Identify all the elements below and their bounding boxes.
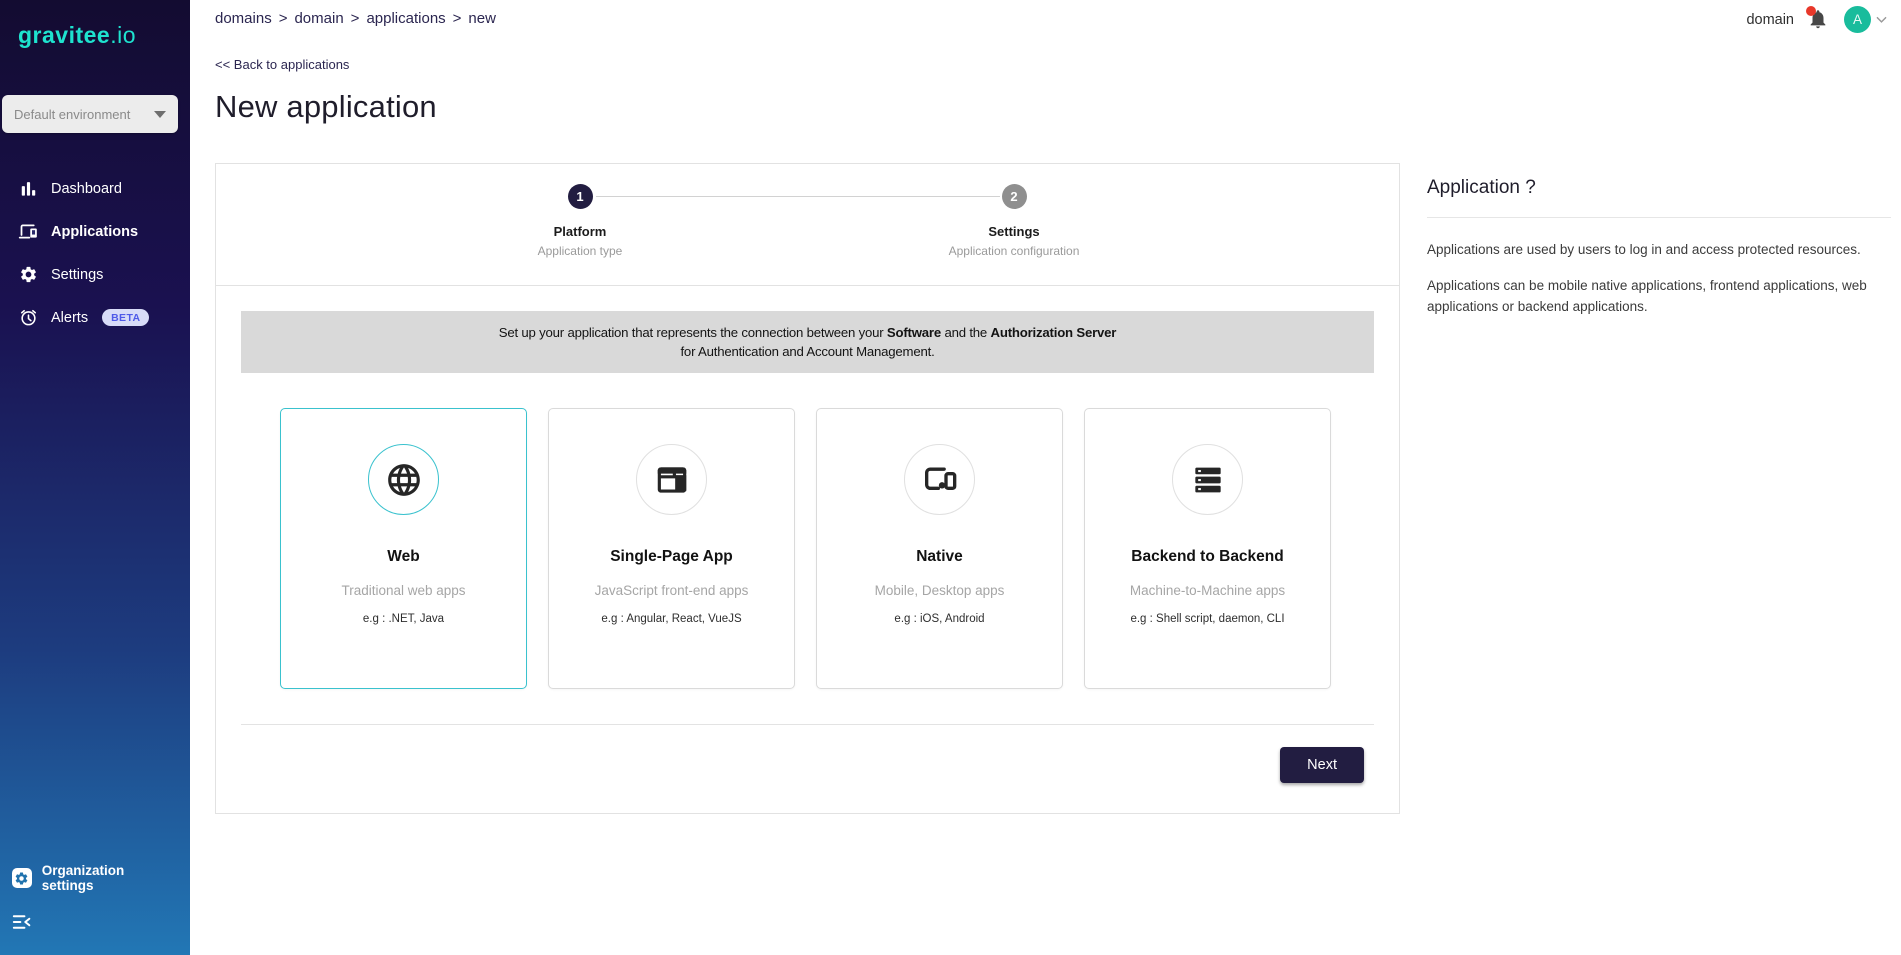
step-subtitle: Application type	[460, 244, 700, 258]
avatar: A	[1844, 6, 1871, 33]
info-banner-line1: Set up your application that represents …	[499, 323, 1116, 342]
step-number-badge: 1	[568, 184, 593, 209]
app-type-cards: Web Traditional web apps e.g : .NET, Jav…	[280, 408, 1335, 689]
app-type-description: JavaScript front-end apps	[549, 583, 794, 598]
chevron-down-icon	[154, 111, 166, 118]
help-paragraph: Applications can be mobile native applic…	[1427, 276, 1891, 317]
app-type-card-web[interactable]: Web Traditional web apps e.g : .NET, Jav…	[280, 408, 527, 689]
back-to-applications-link[interactable]: << Back to applications	[215, 57, 349, 72]
help-panel-title: Application ?	[1427, 177, 1891, 199]
beta-badge: BETA	[102, 309, 149, 326]
app-type-name: Native	[817, 548, 1062, 566]
breadcrumb-separator: >	[351, 10, 360, 27]
app-type-description: Mobile, Desktop apps	[817, 583, 1062, 598]
stepper: 1 Platform Application type 2 Settings A…	[216, 164, 1399, 286]
step-platform: 1 Platform Application type	[460, 184, 700, 258]
step-subtitle: Application configuration	[894, 244, 1134, 258]
info-bold-authorization-server: Authorization Server	[991, 325, 1117, 340]
sidebar-item-applications[interactable]: Applications	[0, 210, 190, 253]
main-content: domains > domain > applications > new domain A…	[190, 0, 1901, 955]
collapse-sidebar-button[interactable]	[0, 903, 44, 941]
org-settings-label: Organization settings	[42, 863, 178, 893]
logo-suffix: .io	[110, 22, 136, 48]
app-type-description: Machine-to-Machine apps	[1085, 583, 1330, 598]
server-stack-icon	[1172, 444, 1243, 515]
breadcrumb-item-applications[interactable]: applications	[366, 10, 445, 27]
breadcrumb-separator: >	[279, 10, 288, 27]
step-number-badge: 2	[1002, 184, 1027, 209]
info-banner-line2: for Authentication and Account Managemen…	[680, 342, 934, 361]
sidebar-item-label: Dashboard	[51, 181, 122, 197]
breadcrumb-separator: >	[453, 10, 462, 27]
topbar-right: domain A	[1746, 6, 1887, 33]
sidebar-item-label: Settings	[51, 267, 103, 283]
laptop-icon	[18, 221, 39, 242]
content-row: 1 Platform Application type 2 Settings A…	[215, 163, 1901, 814]
step-title: Platform	[460, 224, 700, 239]
app-type-description: Traditional web apps	[281, 583, 526, 598]
next-button[interactable]: Next	[1280, 747, 1364, 783]
breadcrumb-item-domains[interactable]: domains	[215, 10, 272, 27]
breadcrumb-item-new[interactable]: new	[468, 10, 496, 27]
app-type-card-single-page-app[interactable]: Single-Page App JavaScript front-end app…	[548, 408, 795, 689]
browser-window-icon	[636, 444, 707, 515]
sidebar: gravitee.io Default environment Dashboar…	[0, 0, 190, 955]
sidebar-footer: Organization settings	[0, 853, 190, 955]
info-bold-software: Software	[887, 325, 941, 340]
info-text: Set up your application that represents …	[499, 325, 887, 340]
sidebar-item-organization-settings[interactable]: Organization settings	[0, 853, 190, 903]
app-type-examples: e.g : Angular, React, VueJS	[549, 613, 794, 625]
devices-icon	[904, 444, 975, 515]
topbar: domains>domain>applications>new domain A	[215, 0, 1901, 27]
sidebar-item-label: Applications	[51, 224, 138, 240]
app-type-name: Single-Page App	[549, 548, 794, 566]
app-type-card-native[interactable]: Native Mobile, Desktop apps e.g : iOS, A…	[816, 408, 1063, 689]
app-type-examples: e.g : .NET, Java	[281, 613, 526, 625]
bar-chart-icon	[18, 178, 39, 199]
sidebar-item-dashboard[interactable]: Dashboard	[0, 167, 190, 210]
page-title: New application	[215, 89, 1901, 125]
gear-icon	[18, 264, 39, 285]
wizard-card: 1 Platform Application type 2 Settings A…	[215, 163, 1400, 814]
app-type-name: Backend to Backend	[1085, 548, 1330, 566]
info-banner: Set up your application that represents …	[241, 311, 1374, 373]
app-type-examples: e.g : Shell script, daemon, CLI	[1085, 613, 1330, 625]
step-title: Settings	[894, 224, 1134, 239]
help-paragraph: Applications are used by users to log in…	[1427, 240, 1891, 260]
environment-selector[interactable]: Default environment	[2, 95, 178, 133]
breadcrumb-item-domain[interactable]: domain	[294, 10, 343, 27]
step-settings: 2 Settings Application configuration	[894, 184, 1134, 258]
org-settings-gear-icon	[12, 868, 32, 888]
logo-text: gravitee	[18, 22, 110, 48]
notification-dot	[1806, 6, 1816, 16]
globe-icon	[368, 444, 439, 515]
divider	[1427, 217, 1891, 218]
alarm-clock-icon	[18, 307, 39, 328]
help-panel: Application ? Applications are used by u…	[1427, 163, 1901, 814]
app-type-card-backend-to-backend[interactable]: Backend to Backend Machine-to-Machine ap…	[1084, 408, 1331, 689]
breadcrumb: domains > domain > applications > new	[215, 10, 496, 27]
gravitee-logo[interactable]: gravitee.io	[0, 0, 190, 59]
user-menu[interactable]: A	[1844, 6, 1887, 33]
notifications-button[interactable]	[1807, 8, 1831, 32]
collapse-icon	[12, 913, 32, 931]
app-type-name: Web	[281, 548, 526, 566]
sidebar-item-alerts[interactable]: Alerts BETA	[0, 296, 190, 339]
sidebar-nav: Dashboard Applications Settings Alerts B…	[0, 167, 190, 339]
domain-label: domain	[1746, 12, 1794, 28]
wizard-actions: Next	[216, 725, 1399, 813]
environment-selector-value: Default environment	[14, 107, 130, 122]
chevron-down-icon	[1876, 16, 1887, 24]
app-type-examples: e.g : iOS, Android	[817, 613, 1062, 625]
sidebar-item-settings[interactable]: Settings	[0, 253, 190, 296]
sidebar-item-label: Alerts	[51, 310, 88, 326]
info-text: and the	[941, 325, 991, 340]
